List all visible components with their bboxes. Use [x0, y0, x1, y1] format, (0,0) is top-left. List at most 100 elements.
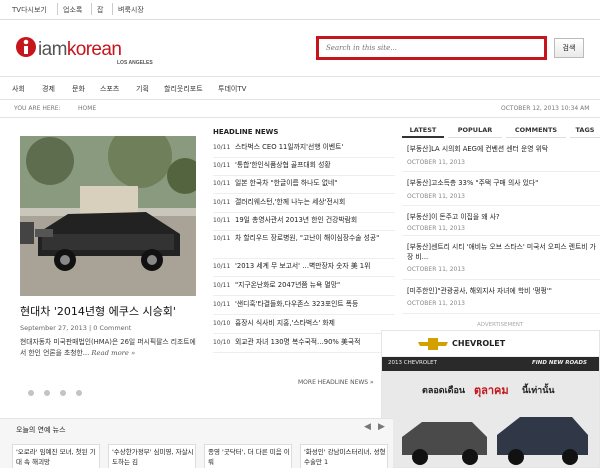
item-title[interactable]: [부동산]LA 시의회 AEG에 컨벤션 센터 운영 위탁	[407, 144, 600, 154]
item-date: OCTOBER 11, 2013	[407, 225, 466, 232]
search-box[interactable]	[316, 36, 547, 60]
featured-comments[interactable]: 0 Comment	[93, 324, 131, 332]
item-title[interactable]: 스타벅스 CEO 11일까지'선행 이벤트'	[235, 142, 395, 152]
entertainment-news-panel: 오늘의 연예 뉴스 ◀ ▶ '오로라' 임예진 모녀, 첫된 기대 속 해괴망 …	[0, 418, 393, 468]
divider	[91, 3, 92, 15]
next-arrow-icon[interactable]: ▶	[378, 422, 385, 432]
list-item[interactable]: 10/11 일본 한국차 "한글이름 하나도 없네"	[213, 178, 395, 194]
list-item[interactable]: [부동산]센트리 시티 '애비뉴 오브 스타스' 미국서 오피스 렌트비 가장 …	[402, 236, 600, 280]
breadcrumb-home-link[interactable]: HOME	[78, 105, 96, 112]
top-bar: TV다시보기 업소록 잡 벼룩시장	[0, 0, 600, 20]
chevrolet-bowtie-icon	[418, 338, 448, 350]
svg-text:iamkorean: iamkorean	[38, 39, 121, 60]
item-date: 10/11	[213, 217, 231, 224]
list-item[interactable]: 10/11 차 할리우드 장로병원, "고난이 해이심장수술 성공"	[213, 233, 395, 259]
panel-title: 오늘의 연예 뉴스	[16, 426, 66, 434]
ad-thai-2: ตุลาคม	[474, 384, 509, 397]
svg-text:LOS ANGELES: LOS ANGELES	[117, 60, 153, 66]
list-item[interactable]: 종영 '굿닥터', 더 다른 미음 이뤄	[204, 444, 292, 468]
list-item[interactable]: 10/11 '통합'한인식품상협 골프대회 성황	[213, 160, 395, 176]
chevrolet-ad[interactable]: CHEVROLET 2013 CHEVROLET FIND NEW ROADS …	[381, 330, 600, 468]
tab-latest[interactable]: LATEST	[402, 122, 444, 138]
list-item[interactable]: 10/11 갤러리웨스턴,'한께 나누는 세상'전시회	[213, 197, 395, 213]
site-header: iamkorean LOS ANGELES 검색	[0, 20, 600, 76]
search-button[interactable]: 검색	[554, 38, 584, 58]
search-input[interactable]	[319, 39, 544, 57]
item-title[interactable]: 차 할리우드 장로병원, "고난이 해이심장수술 성공"	[235, 233, 395, 243]
list-item[interactable]: 10/10 흉장시 식사비 지홍,'스타벅스' 화제	[213, 318, 395, 334]
slider-dot[interactable]	[76, 390, 82, 396]
list-item[interactable]: 10/11 "지구온난화로 2047년쯤 뉴욕 멸망"	[213, 280, 395, 296]
item-title[interactable]: [부동산]센트리 시티 '애비뉴 오브 스타스' 미국서 오피스 렌트비 가장 …	[407, 242, 600, 262]
topbar-jobs-link[interactable]: 잡	[97, 5, 103, 15]
read-more-link[interactable]: Read more »	[91, 349, 135, 357]
topbar-market-link[interactable]: 벼룩시장	[118, 5, 144, 15]
list-item[interactable]: [부동산]이 돈주고 이집을 왜 사? OCTOBER 11, 2013	[402, 206, 600, 236]
featured-meta: September 27, 2013 | 0 Comment	[20, 324, 131, 332]
tab-popular[interactable]: POPULAR	[448, 122, 502, 138]
ad-thai-3: นี้เท่านั้น	[522, 386, 555, 396]
item-title[interactable]: 종영 '굿닥터', 더 다른 미음 이뤄	[208, 447, 291, 467]
list-item[interactable]: [미주한인]"관광공사, 해외지사 자녀에 학비 '펑펑'" OCTOBER 1…	[402, 280, 600, 314]
item-date: 10/11	[213, 162, 231, 169]
nav-item-sports[interactable]: 스포츠	[100, 84, 119, 94]
item-title[interactable]: 일본 한국차 "한글이름 하나도 없네"	[235, 178, 395, 188]
tab-tags[interactable]: TAGS	[570, 122, 600, 138]
list-item[interactable]: 10/11 '2013 세계 무 보고서' …벽만장자 숫자 美 1위	[213, 261, 395, 277]
site-logo-graphic: iamkorean LOS ANGELES	[16, 37, 153, 66]
site-logo[interactable]: iamkorean LOS ANGELES	[16, 36, 156, 66]
slider-dot[interactable]	[28, 390, 34, 396]
nav-item-culture[interactable]: 문화	[72, 84, 85, 94]
list-item[interactable]: [부동산]LA 시의회 AEG에 컨벤션 센터 운영 위탁 OCTOBER 11…	[402, 138, 600, 172]
featured-title[interactable]: 현대차 '2014년형 에쿠스 시승회'	[20, 303, 176, 319]
item-date: OCTOBER 11, 2013	[407, 193, 466, 200]
item-date: 10/10	[213, 339, 231, 346]
ad-strip: 2013 CHEVROLET FIND NEW ROADS	[382, 357, 599, 371]
breadcrumb-label: YOU ARE HERE:	[14, 105, 61, 112]
nav-item-today-tv[interactable]: 투데이TV	[218, 84, 246, 94]
item-title[interactable]: [부동산]이 돈주고 이집을 왜 사?	[407, 212, 600, 222]
current-date: OCTOBER 12, 2013 10:34 AM	[501, 105, 590, 112]
list-item[interactable]: '수상한가정부' 심미영, 자살시도하는 김	[108, 444, 196, 468]
slider-dot[interactable]	[60, 390, 66, 396]
list-item[interactable]: [부동산]고소득층 33% "주택 구매 의사 있다" OCTOBER 11, …	[402, 172, 600, 206]
nav-item-hollywood-report[interactable]: 할리웃리포트	[164, 84, 203, 94]
item-title[interactable]: '통합'한인식품상협 골프대회 성황	[235, 160, 395, 170]
list-item[interactable]: 10/11 스타벅스 CEO 11일까지'선행 이벤트'	[213, 142, 395, 158]
item-date: OCTOBER 11, 2013	[407, 159, 466, 166]
item-title[interactable]: '수상한가정부' 심미영, 자살시도하는 김	[112, 447, 195, 467]
list-item[interactable]: '오로라' 임예진 모녀, 첫된 기대 속 해괴망	[12, 444, 100, 468]
item-title[interactable]: '2013 세계 무 보고서' …벽만장자 숫자 美 1위	[235, 261, 395, 271]
item-title[interactable]: 흉장시 식사비 지홍,'스타벅스' 화제	[235, 318, 395, 328]
nav-item-economy[interactable]: 경제	[42, 84, 55, 94]
item-title[interactable]: '샌디훅'타결들화,다우존스 323포인트 폭등	[235, 299, 395, 309]
list-item[interactable]: 10/11 19일 총영사관서 2013년 한인 건강박람회	[213, 215, 395, 231]
item-date: 10/11	[213, 301, 231, 308]
list-item[interactable]: 10/10 외교관 자녀 130명 복수국적…90% 美국적	[213, 337, 395, 353]
item-title[interactable]: 19일 총영사관서 2013년 한인 건강박람회	[235, 215, 395, 225]
advertisement-label: ADVERTISEMENT	[477, 322, 524, 328]
item-title[interactable]: [부동산]고소득층 33% "주택 구매 의사 있다"	[407, 178, 600, 188]
item-title[interactable]: 외교관 자녀 130명 복수국적…90% 美국적	[235, 337, 395, 347]
prev-arrow-icon[interactable]: ◀	[364, 422, 371, 432]
item-date: 10/11	[213, 263, 231, 270]
topbar-tv-link[interactable]: TV다시보기	[12, 5, 47, 15]
item-title[interactable]: '오로라' 임예진 모녀, 첫된 기대 속 해괴망	[16, 447, 99, 467]
item-title[interactable]: 갤러리웨스턴,'한께 나누는 세상'전시회	[235, 197, 395, 207]
nav-item-society[interactable]: 사회	[12, 84, 25, 94]
list-item[interactable]: '화성인' 강남미스터리녀, 성형수술만 1	[300, 444, 388, 468]
item-title[interactable]: [미주한인]"관광공사, 해외지사 자녀에 학비 '펑펑'"	[407, 286, 600, 296]
topbar-directory-link[interactable]: 업소록	[63, 5, 82, 15]
item-title[interactable]: '화성인' 강남미스터리녀, 성형수술만 1	[304, 447, 387, 467]
item-title[interactable]: "지구온난화로 2047년쯤 뉴욕 멸망"	[235, 280, 395, 290]
featured-image[interactable]	[20, 136, 196, 296]
nav-item-features[interactable]: 기획	[136, 84, 149, 94]
list-item[interactable]: 10/11 '샌디훅'타결들화,다우존스 323포인트 폭등	[213, 299, 395, 315]
ad-header: CHEVROLET	[382, 331, 599, 357]
more-headline-news-link[interactable]: MORE HEADLINE NEWS »	[298, 379, 374, 386]
sidebar-tabs: LATEST POPULAR COMMENTS TAGS	[402, 122, 600, 138]
tab-comments[interactable]: COMMENTS	[506, 122, 566, 138]
ad-cars-image	[402, 417, 588, 465]
item-date: 10/11	[213, 235, 231, 242]
slider-dot[interactable]	[44, 390, 50, 396]
